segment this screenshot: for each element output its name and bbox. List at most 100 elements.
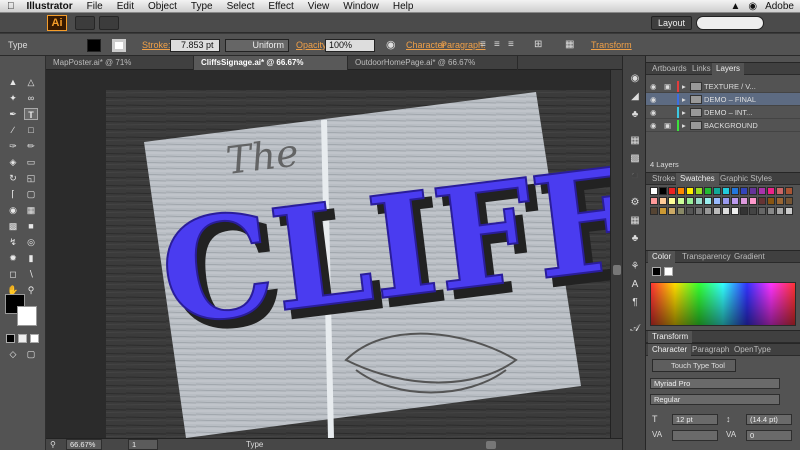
appearance-icon[interactable]: ◾ xyxy=(628,170,642,183)
symbols-icon[interactable]: ♣ xyxy=(628,108,642,121)
swatch[interactable] xyxy=(722,207,730,215)
swatch[interactable] xyxy=(731,197,739,205)
layer-row[interactable]: ◉ ▣ ▸ TEXTURE / V... xyxy=(646,80,800,93)
stroke-label[interactable]: Stroke: xyxy=(142,34,171,56)
tab-artboards[interactable]: Artboards xyxy=(648,63,691,75)
color-spectrum[interactable] xyxy=(650,282,796,326)
pathfinder-icon[interactable]: ▩ xyxy=(628,152,642,165)
menu-type[interactable]: Type xyxy=(184,1,220,12)
zoom-tool-icon[interactable]: ⚲ xyxy=(24,284,38,296)
magic-wand-icon[interactable]: ✦ xyxy=(6,92,20,104)
tab-color[interactable]: Color xyxy=(648,251,676,263)
draw-normal-icon[interactable]: ◇ xyxy=(6,348,20,360)
tab-mapposter[interactable]: MapPoster.ai* @ 71% (CMYK/Preview) xyxy=(46,56,194,81)
swatch[interactable] xyxy=(659,197,667,205)
stroke-swatch[interactable] xyxy=(112,39,126,52)
swatch[interactable] xyxy=(767,207,775,215)
menu-edit[interactable]: Edit xyxy=(110,1,141,12)
paintbrush-icon[interactable]: ✑ xyxy=(6,140,20,152)
artboard-page-field[interactable]: 1 xyxy=(128,439,158,450)
scroll-thumb[interactable] xyxy=(613,265,621,275)
swatch[interactable] xyxy=(740,197,748,205)
expand-icon[interactable]: ▸ xyxy=(682,119,686,132)
swatch[interactable] xyxy=(677,207,685,215)
color-stroke-indicator[interactable] xyxy=(664,267,673,276)
align-icon[interactable]: ▦ xyxy=(628,134,642,147)
swatch[interactable] xyxy=(686,197,694,205)
swatch[interactable] xyxy=(758,187,766,195)
selection-tool-icon[interactable]: ▲ xyxy=(6,76,20,88)
swatch[interactable] xyxy=(695,207,703,215)
lock-icon[interactable]: ▣ xyxy=(664,80,671,93)
menu-app-name[interactable]: Illustrator xyxy=(22,1,80,12)
swatch[interactable] xyxy=(650,197,658,205)
gradient-mode-button[interactable] xyxy=(18,334,27,343)
menu-help[interactable]: Help xyxy=(386,1,421,12)
perspective-grid-icon[interactable]: ▦ xyxy=(24,204,38,216)
envelope-icon[interactable]: ⊞ xyxy=(534,34,542,56)
layer-row[interactable]: ◉ ▸ DEMO – INT... xyxy=(646,106,800,119)
layer-row[interactable]: ◉ ▸ DEMO – FINAL xyxy=(646,93,800,106)
free-transform-icon[interactable]: ▢ xyxy=(24,188,38,200)
line-tool-icon[interactable]: ∕ xyxy=(6,124,20,136)
swatch[interactable] xyxy=(659,207,667,215)
swatch-grid[interactable] xyxy=(650,187,794,241)
swatch[interactable] xyxy=(785,207,793,215)
help-search-input[interactable] xyxy=(696,16,764,30)
swatch[interactable] xyxy=(749,197,757,205)
menu-adobe[interactable]: Adobe xyxy=(765,1,794,12)
eye-icon[interactable]: ◉ xyxy=(650,93,657,106)
opacity-field[interactable]: 100% xyxy=(325,39,375,52)
swatch[interactable] xyxy=(704,187,712,195)
workspace-switcher[interactable]: Layout xyxy=(650,16,692,30)
mesh-tool-icon[interactable]: ▩ xyxy=(6,220,20,232)
bridge-button[interactable] xyxy=(75,16,95,30)
swatch[interactable] xyxy=(686,207,694,215)
swatch[interactable] xyxy=(668,207,676,215)
swatch[interactable] xyxy=(731,187,739,195)
navigator-icon[interactable]: ▦ xyxy=(628,214,642,227)
zoom-field[interactable]: 66.67% xyxy=(66,439,102,450)
color-guide-icon[interactable]: ◉ xyxy=(628,72,642,85)
tab-links[interactable]: Links xyxy=(688,63,715,75)
swatch[interactable] xyxy=(659,187,667,195)
volume-icon[interactable]: ▲ xyxy=(730,1,740,12)
menu-effect[interactable]: Effect xyxy=(261,1,300,12)
swatch[interactable] xyxy=(785,197,793,205)
swatch[interactable] xyxy=(695,197,703,205)
swatch[interactable] xyxy=(740,207,748,215)
font-style-dropdown[interactable]: Regular xyxy=(650,394,780,405)
gradient-tool-icon[interactable]: ■ xyxy=(24,220,38,232)
stroke-profile-dropdown[interactable]: Uniform xyxy=(225,39,289,52)
swatch[interactable] xyxy=(650,207,658,215)
apple-icon[interactable]:  xyxy=(0,1,22,12)
paragraph-link[interactable]: Paragraph: xyxy=(441,34,486,56)
swatch[interactable] xyxy=(668,187,676,195)
menu-window[interactable]: Window xyxy=(336,1,386,12)
swatch[interactable] xyxy=(677,197,685,205)
tab-transparency[interactable]: Transparency xyxy=(678,251,735,263)
tab-transform[interactable]: Transform xyxy=(648,331,693,343)
swatch[interactable] xyxy=(713,187,721,195)
menu-view[interactable]: View xyxy=(301,1,337,12)
menu-file[interactable]: File xyxy=(80,1,110,12)
scale-tool-icon[interactable]: ◱ xyxy=(24,172,38,184)
none-mode-button[interactable] xyxy=(30,334,39,343)
swatch[interactable] xyxy=(767,187,775,195)
screen-mode-icon[interactable]: ▢ xyxy=(24,348,38,360)
swatch[interactable] xyxy=(704,197,712,205)
tab-stroke[interactable]: Stroke xyxy=(648,173,679,185)
tab-character[interactable]: Character xyxy=(648,344,692,356)
lasso-icon[interactable]: ∞ xyxy=(24,92,38,104)
swatch[interactable] xyxy=(677,187,685,195)
swatch[interactable] xyxy=(740,187,748,195)
character-link[interactable]: Character xyxy=(406,34,446,56)
eye-icon[interactable]: ◉ xyxy=(650,80,657,93)
swatch[interactable] xyxy=(668,197,676,205)
recolor-icon[interactable]: ◉ xyxy=(386,34,396,56)
shape-builder-icon[interactable]: ◉ xyxy=(6,204,20,216)
tab-paragraph[interactable]: Paragraph xyxy=(688,344,733,356)
swatch[interactable] xyxy=(776,207,784,215)
vertical-scrollbar[interactable] xyxy=(610,70,622,438)
tracking-field[interactable]: 0 xyxy=(746,430,792,441)
